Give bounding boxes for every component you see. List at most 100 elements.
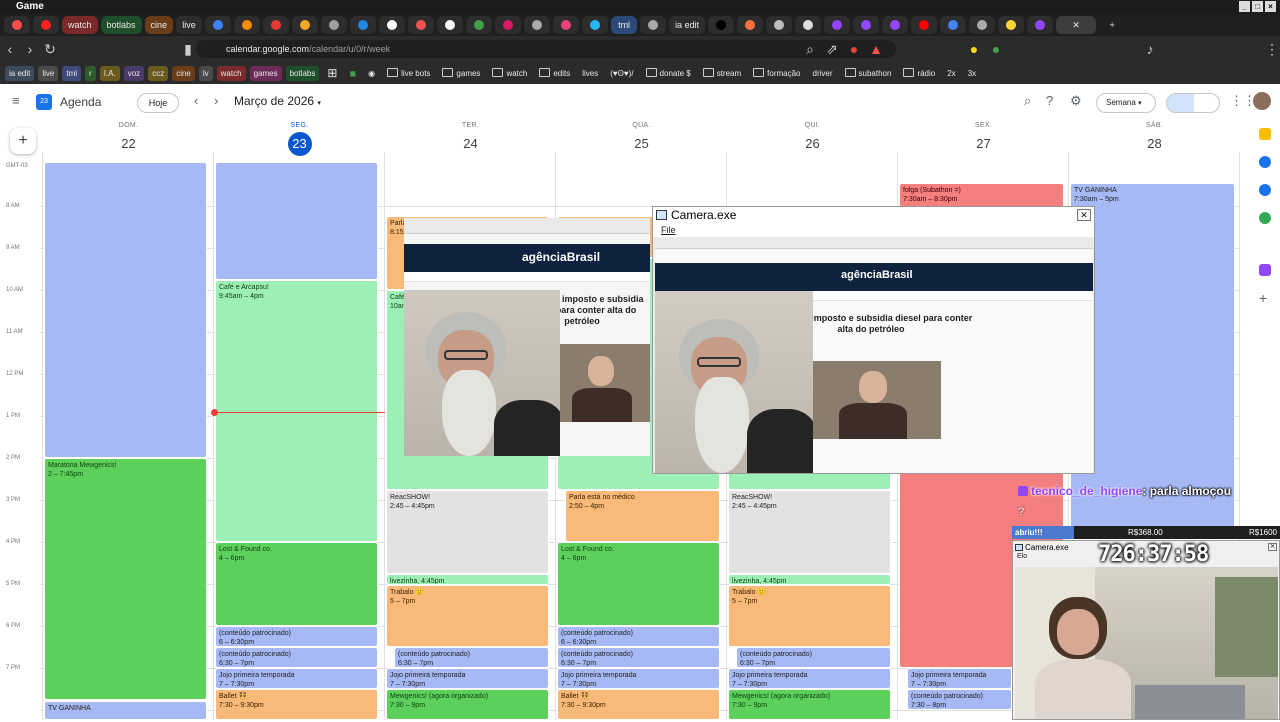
calendar-event[interactable]: Lost & Found co. 4 – 6pm bbox=[557, 542, 720, 626]
settings-gear-icon[interactable]: ⚙ bbox=[1070, 93, 1082, 109]
tab-site-15[interactable] bbox=[640, 16, 667, 34]
calendar-event[interactable]: livezinha, 4:45pm bbox=[728, 574, 891, 585]
bookmark[interactable]: ia edit bbox=[5, 65, 35, 81]
bookmark[interactable]: driver bbox=[809, 66, 837, 81]
tab-site-4[interactable] bbox=[292, 16, 319, 34]
tab-app[interactable] bbox=[4, 16, 30, 34]
camera-window-2[interactable]: Camera.exe ✕ Elo bbox=[1012, 540, 1280, 720]
bookmark[interactable]: 3x bbox=[964, 66, 980, 81]
calendar-event[interactable]: Maratona Mewgenics! 2 – 7:45pm bbox=[44, 458, 207, 700]
day-header-mon[interactable]: SEG. 23 bbox=[214, 122, 385, 156]
close-button[interactable]: × bbox=[1265, 1, 1276, 12]
tab-site-12[interactable] bbox=[524, 16, 551, 34]
reload-icon[interactable]: ↻ bbox=[40, 41, 60, 58]
tab-site-2[interactable] bbox=[234, 16, 261, 34]
calendar-event[interactable]: Ballet 👯 7:30 – 9:30pm bbox=[557, 689, 720, 720]
tab-site-13[interactable] bbox=[553, 16, 580, 34]
tab-site-26[interactable] bbox=[998, 16, 1025, 34]
today-button[interactable]: Hoje bbox=[137, 93, 179, 113]
bookmark-icon[interactable]: ▮ bbox=[178, 41, 198, 58]
bookmark-folder[interactable]: watch bbox=[488, 66, 531, 81]
calendar-event[interactable]: (conteúdo patrocinado) 6:30 – 7pm bbox=[736, 647, 891, 668]
view-toggle[interactable] bbox=[1166, 93, 1220, 113]
share-icon[interactable]: ⇗ bbox=[822, 41, 842, 58]
calendar-event[interactable]: Parla está no médico 2:50 – 4pm bbox=[565, 490, 720, 542]
bookmark[interactable]: live bbox=[38, 65, 59, 81]
calendar-event[interactable]: ReacSHOW! 2:45 – 4:45pm bbox=[386, 490, 549, 574]
extension-icon[interactable] bbox=[1259, 264, 1271, 276]
tab-site-20[interactable] bbox=[824, 16, 851, 34]
month-label[interactable]: Março de 2026 ▾ bbox=[234, 94, 321, 108]
calendar-event[interactable]: (conteúdo patrocinado) 6:30 – 7pm bbox=[557, 647, 720, 668]
tab-site-19[interactable] bbox=[795, 16, 822, 34]
day-header-fri[interactable]: SEX. 27 bbox=[898, 122, 1069, 156]
tab-cine[interactable]: cine bbox=[144, 16, 174, 34]
tab-site-24[interactable] bbox=[940, 16, 967, 34]
calendar-event[interactable] bbox=[44, 162, 207, 458]
tab-site-6[interactable] bbox=[350, 16, 377, 34]
back-icon[interactable]: ‹ bbox=[0, 41, 20, 57]
hamburger-menu-icon[interactable]: ≡ bbox=[12, 93, 20, 108]
url-field[interactable]: calendar.google.com/calendar/u/0/r/week bbox=[196, 40, 896, 58]
bookmark-folder[interactable]: rádio bbox=[899, 66, 939, 81]
help-icon[interactable]: ? bbox=[1046, 93, 1053, 108]
prev-week-icon[interactable]: ‹ bbox=[194, 93, 198, 108]
search-icon[interactable]: ⌕ bbox=[1024, 93, 1031, 109]
add-addon-icon[interactable]: + bbox=[1259, 291, 1271, 305]
bookmark[interactable]: (♥ʘ♥)/ bbox=[606, 66, 637, 81]
bookmark-folder[interactable]: subathon bbox=[841, 66, 896, 81]
music-icon[interactable]: ♪ bbox=[1140, 41, 1160, 57]
tab-site-10[interactable] bbox=[466, 16, 493, 34]
tab-site-5[interactable] bbox=[321, 16, 348, 34]
contacts-icon[interactable] bbox=[1259, 184, 1271, 196]
calendar-event[interactable]: Lost & Found co. 4 – 6pm bbox=[215, 542, 378, 626]
forward-icon[interactable]: › bbox=[20, 41, 40, 57]
bookmark[interactable]: games bbox=[249, 65, 282, 81]
calendar-event[interactable]: Jojo primeira temporada 7 – 7:30pm bbox=[215, 668, 378, 689]
tab-botlabs[interactable]: botlabs bbox=[100, 16, 142, 34]
bookmark-folder[interactable]: formação bbox=[749, 66, 804, 81]
avatar[interactable] bbox=[1253, 92, 1271, 110]
tab-site-27[interactable] bbox=[1027, 16, 1054, 34]
bookmark[interactable]: lv bbox=[198, 65, 213, 81]
camera-window[interactable]: Camera.exe ✕ File agênciaBrasil Lula zer… bbox=[652, 206, 1095, 474]
tab-tml[interactable]: tml bbox=[611, 16, 638, 34]
tab-live[interactable]: live bbox=[176, 16, 203, 34]
calendar-event[interactable]: (conteúdo patrocinado) 6:30 – 7pm bbox=[215, 647, 378, 668]
extension-icon[interactable]: ● bbox=[964, 41, 984, 57]
bookmark[interactable]: lives bbox=[578, 66, 602, 81]
bookmark-icon[interactable]: ◼ bbox=[345, 66, 360, 81]
tasks-icon[interactable] bbox=[1259, 156, 1271, 168]
calendar-event[interactable]: Jojo primeira temporada 7 – 7:30pm bbox=[386, 668, 549, 689]
tab-site-3[interactable] bbox=[263, 16, 290, 34]
bookmark[interactable]: tml bbox=[62, 65, 82, 81]
tab-calendar-active[interactable]: ✕ bbox=[1056, 16, 1097, 34]
calendar-event[interactable]: Mewgenics! (agora organizado) 7:30 – 9pm bbox=[386, 689, 549, 720]
close-icon[interactable]: ✕ bbox=[1077, 209, 1091, 221]
minimize-button[interactable]: _ bbox=[1239, 1, 1250, 12]
apps-grid-icon[interactable]: ⊞ bbox=[323, 66, 341, 81]
new-tab-button[interactable]: + bbox=[1099, 16, 1125, 34]
keep-icon[interactable] bbox=[1259, 128, 1271, 140]
file-menu[interactable]: File bbox=[653, 223, 1094, 237]
tab-site-23[interactable] bbox=[911, 16, 938, 34]
tab-ia-edit[interactable]: ia edit bbox=[669, 16, 706, 34]
calendar-event[interactable] bbox=[215, 162, 378, 280]
calendar-event[interactable]: TV GANINHA bbox=[44, 701, 207, 720]
maximize-button[interactable]: □ bbox=[1252, 1, 1263, 12]
day-header-sat[interactable]: SÁB. 28 bbox=[1069, 122, 1240, 156]
calendar-event[interactable]: ReacSHOW! 2:45 – 4:45pm bbox=[728, 490, 891, 574]
close-tab-icon[interactable]: ✕ bbox=[1072, 20, 1080, 31]
day-header-wed[interactable]: QUA. 25 bbox=[556, 122, 727, 156]
bookmark[interactable]: cine bbox=[172, 65, 195, 81]
tab-site-17[interactable] bbox=[737, 16, 764, 34]
bookmark-icon[interactable]: ◉ bbox=[364, 66, 379, 81]
tab-site-14[interactable] bbox=[582, 16, 609, 34]
bookmark-folder[interactable]: donate $ bbox=[642, 66, 695, 81]
bookmark[interactable]: voz bbox=[123, 65, 145, 81]
bookmark-folder[interactable]: edits bbox=[535, 66, 574, 81]
calendar-event[interactable]: (conteúdo patrocinado) 7:30 – 8pm bbox=[907, 689, 1012, 710]
tab-site-11[interactable] bbox=[495, 16, 522, 34]
camera-menu[interactable]: Elo bbox=[1017, 553, 1027, 560]
bookmark[interactable]: botlabs bbox=[285, 65, 320, 81]
